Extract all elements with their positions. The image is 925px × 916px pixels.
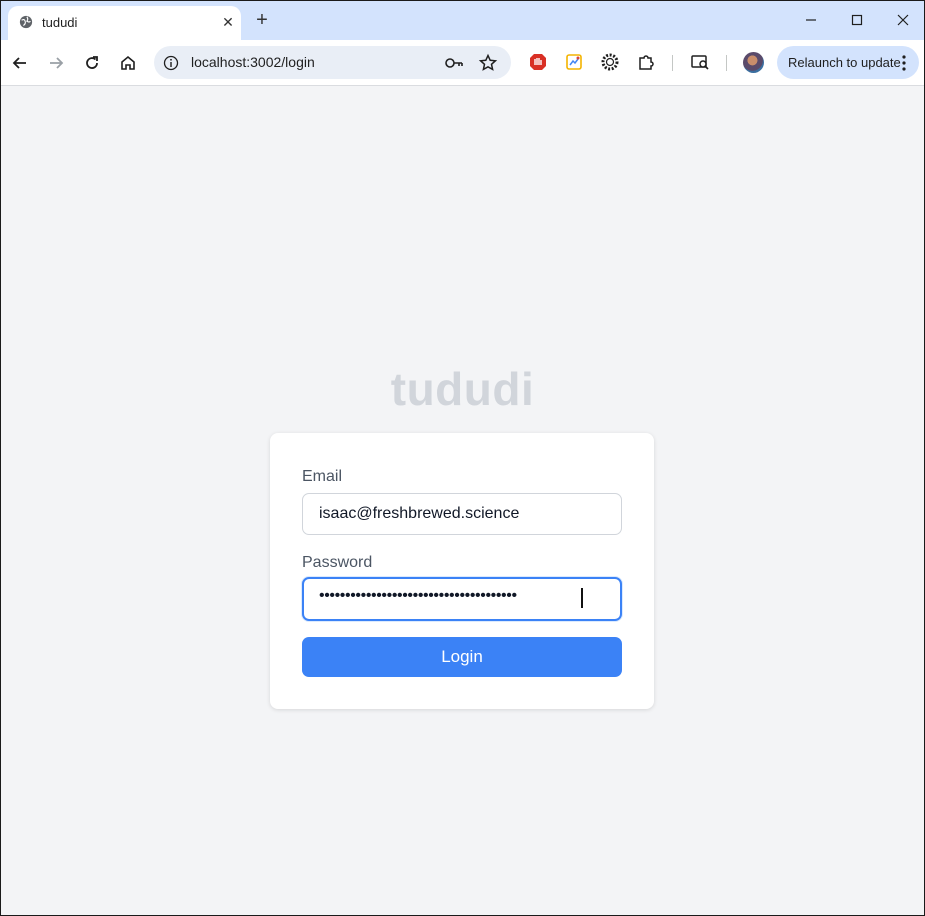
login-button[interactable]: Login [302, 637, 622, 677]
plus-icon[interactable]: + [251, 10, 273, 32]
password-value: •••••••••••••••••••••••••••••••••••••• [319, 587, 517, 604]
forward-icon[interactable] [45, 52, 67, 74]
info-icon[interactable] [163, 55, 179, 71]
home-icon[interactable] [117, 52, 139, 74]
star-icon[interactable] [478, 53, 498, 73]
relaunch-button[interactable]: Relaunch to update [777, 46, 919, 79]
toolbar-divider [726, 55, 727, 71]
kebab-icon[interactable] [901, 54, 907, 72]
tab-search-icon[interactable] [690, 52, 710, 72]
login-card: Email isaac@freshbrewed.science Password… [270, 433, 654, 709]
brand-logo: tududi [390, 363, 535, 415]
maximize-icon[interactable] [847, 11, 867, 29]
puzzle-icon[interactable] [636, 52, 656, 72]
globe-icon [19, 15, 33, 29]
browser-window: tududi ✕ + localhost:3002/login Relaunch… [0, 0, 925, 916]
email-label: Email [302, 468, 343, 485]
adblock-icon[interactable] [528, 52, 548, 72]
url-text[interactable]: localhost:3002/login [191, 54, 315, 70]
gear-icon[interactable] [600, 52, 620, 72]
page-content: tududi Email isaac@freshbrewed.science P… [1, 86, 924, 915]
password-label: Password [302, 554, 373, 571]
key-icon[interactable] [444, 54, 464, 72]
avatar[interactable] [743, 52, 764, 73]
browser-toolbar: localhost:3002/login Relaunch to update [1, 40, 924, 86]
password-field[interactable]: •••••••••••••••••••••••••••••••••••••• [302, 577, 622, 621]
reload-icon[interactable] [81, 52, 103, 74]
address-bar[interactable]: localhost:3002/login [154, 46, 511, 79]
relaunch-label: Relaunch to update [788, 55, 901, 70]
text-caret [581, 588, 583, 608]
tab-title: tududi [42, 15, 78, 30]
minimize-icon[interactable] [801, 11, 821, 29]
window-close-icon[interactable] [893, 11, 913, 29]
back-icon[interactable] [9, 52, 31, 74]
email-value: isaac@freshbrewed.science [319, 505, 520, 522]
tab-tududi[interactable]: tududi ✕ [8, 6, 241, 40]
extension-colorful-icon[interactable] [564, 52, 584, 72]
email-field[interactable]: isaac@freshbrewed.science [302, 493, 622, 535]
title-bar: tududi ✕ + [1, 1, 924, 40]
close-icon[interactable]: ✕ [219, 13, 237, 31]
toolbar-divider [672, 55, 673, 71]
